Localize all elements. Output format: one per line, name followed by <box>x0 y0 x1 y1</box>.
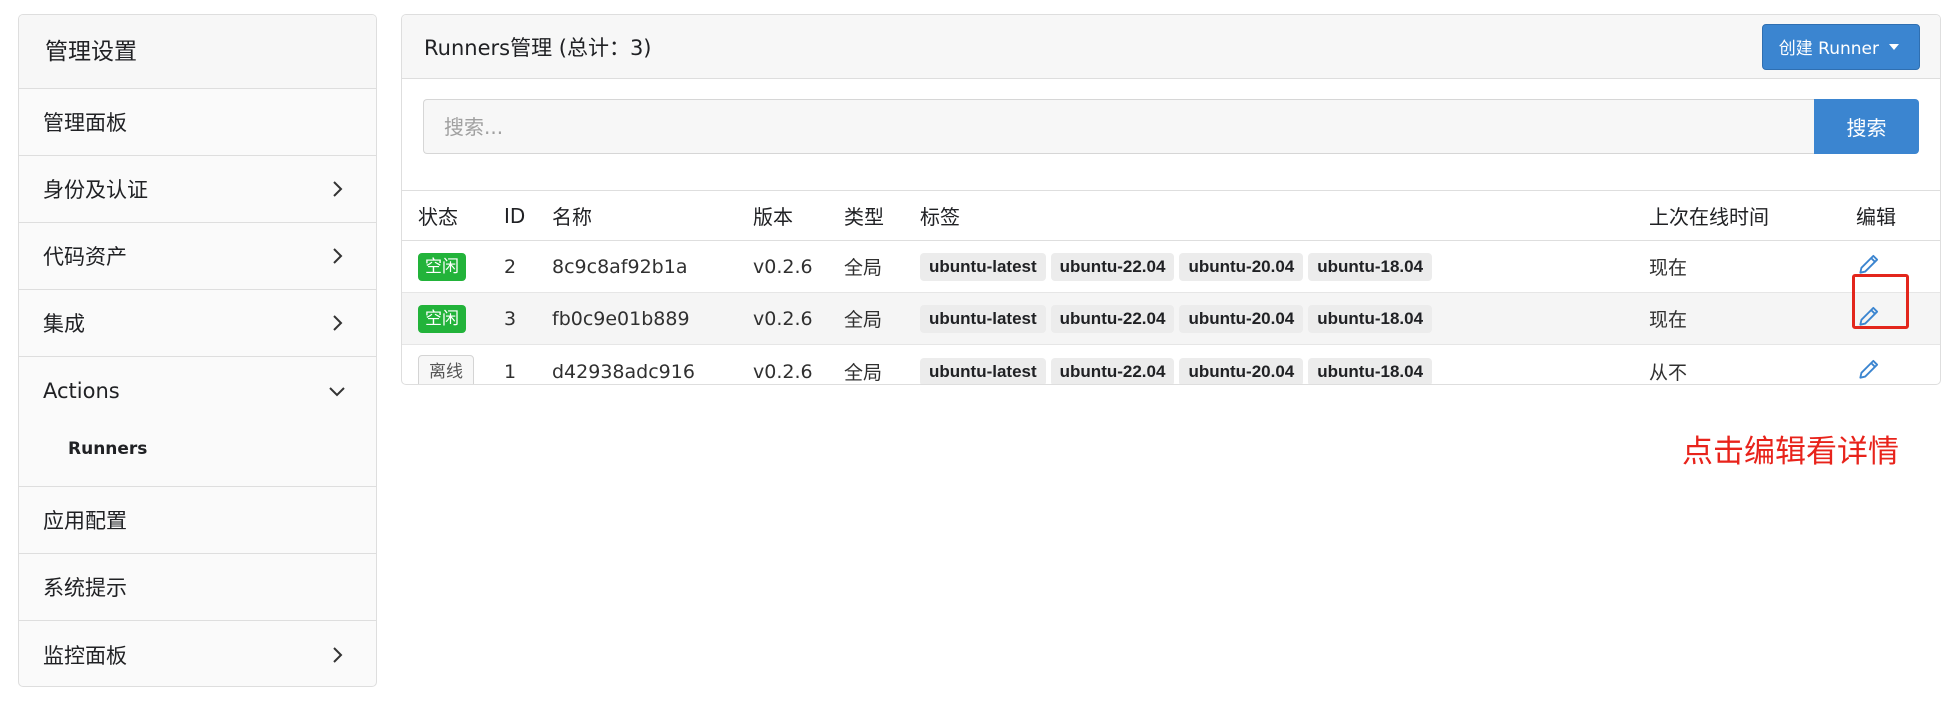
sidebar-item-integrations[interactable]: 集成 <box>19 290 376 357</box>
sidebar-item-monitoring[interactable]: 监控面板 <box>19 621 376 686</box>
runner-type: 全局 <box>844 362 883 384</box>
sidebar-item-system-notices[interactable]: 系统提示 <box>19 554 376 621</box>
tag-badge: ubuntu-22.04 <box>1050 304 1175 333</box>
tag-badge: ubuntu-20.04 <box>1179 252 1304 281</box>
sidebar-item-app-config[interactable]: 应用配置 <box>19 487 376 554</box>
tag-badge: ubuntu-22.04 <box>1050 357 1175 384</box>
column-header-edit: 编辑 <box>1836 191 1940 241</box>
column-header-name: 名称 <box>552 191 753 241</box>
runner-version: v0.2.6 <box>753 360 813 383</box>
chevron-right-icon <box>324 310 350 336</box>
runner-last-online: 从不 <box>1649 362 1688 384</box>
runner-type: 全局 <box>844 240 920 293</box>
page-title: Runners管理 (总计：3) <box>424 35 652 60</box>
sidebar-item-label: Actions <box>43 378 120 403</box>
sidebar-item-label: 监控面板 <box>43 643 127 668</box>
tag-badge: ubuntu-22.04 <box>1050 252 1175 281</box>
column-header-id: ID <box>504 191 552 241</box>
tag-badge: ubuntu-18.04 <box>1308 357 1433 384</box>
column-header-last-online: 上次在线时间 <box>1649 191 1836 241</box>
annotation-text: 点击编辑看详情 <box>1682 434 1899 470</box>
sidebar-item-code-assets[interactable]: 代码资产 <box>19 223 376 290</box>
runner-name: fb0c9e01b889 <box>552 292 753 345</box>
sidebar-item-label: 应用配置 <box>43 509 127 533</box>
runner-last-online: 现在 <box>1649 292 1836 345</box>
sidebar-item-identity[interactable]: 身份及认证 <box>19 156 376 223</box>
runner-id: 3 <box>504 292 552 345</box>
status-badge: 空闲 <box>418 252 466 281</box>
runner-tags: ubuntu-latest ubuntu-22.04 ubuntu-20.04 ubu… <box>920 292 1649 345</box>
runner-tags: ubuntu-latest ubuntu-22.04 ubuntu-20.04 ubu… <box>920 240 1649 293</box>
column-header-tags: 标签 <box>920 191 1649 241</box>
tag-badge: ubuntu-latest <box>920 252 1046 281</box>
sidebar-item-label: 系统提示 <box>43 576 127 600</box>
sidebar-subitem-runners[interactable]: Runners <box>19 424 376 486</box>
runner-id: 1 <box>504 360 517 383</box>
runners-panel: Runners管理 (总计：3) 创建 Runner 搜索 状态 ID 名称 版… <box>401 14 1941 385</box>
runner-id: 2 <box>504 240 552 293</box>
column-header-type: 类型 <box>844 191 920 241</box>
search-bar: 搜索 <box>402 79 1940 191</box>
runner-type: 全局 <box>844 292 920 345</box>
pencil-icon[interactable] <box>1856 303 1882 329</box>
runner-version: v0.2.6 <box>753 292 844 345</box>
column-header-version: 版本 <box>753 191 844 241</box>
caret-down-icon <box>1889 43 1899 50</box>
tag-badge: ubuntu-20.04 <box>1179 304 1304 333</box>
tag-badge: ubuntu-18.04 <box>1308 304 1433 333</box>
panel-header: Runners管理 (总计：3) 创建 Runner <box>402 15 1940 79</box>
tag-badge: ubuntu-18.04 <box>1308 252 1433 281</box>
admin-sidebar: 管理设置 管理面板 身份及认证 代码资产 集成 Actions Runners … <box>18 14 377 687</box>
column-header-status: 状态 <box>402 191 504 241</box>
runner-name: 8c9c8af92b1a <box>552 240 753 293</box>
chevron-right-icon <box>324 176 350 202</box>
runners-table: 状态 ID 名称 版本 类型 标签 上次在线时间 编辑 空闲 2 8c9c8af… <box>402 191 1940 384</box>
sidebar-item-label: 集成 <box>43 312 85 336</box>
runner-tags: ubuntu-latest ubuntu-22.04 ubuntu-20.04 ubu… <box>920 345 1649 384</box>
pencil-icon[interactable] <box>1856 251 1882 277</box>
tag-badge: ubuntu-latest <box>920 357 1046 384</box>
runner-version: v0.2.6 <box>753 240 844 293</box>
chevron-down-icon <box>324 378 350 404</box>
sidebar-group-actions: Actions Runners <box>19 357 376 487</box>
table-row: 空闲 3 fb0c9e01b889 v0.2.6 全局 ubuntu-lates… <box>402 292 1940 345</box>
runner-last-online: 现在 <box>1649 240 1836 293</box>
sidebar-item-label: 代码资产 <box>43 245 127 269</box>
table-row: 离线 1 d42938adc916 v0.2.6 全局 ubuntu-lates… <box>402 345 1940 384</box>
tag-badge: ubuntu-20.04 <box>1179 357 1304 384</box>
create-runner-button[interactable]: 创建 Runner <box>1761 23 1920 70</box>
sidebar-item-actions[interactable]: Actions <box>19 357 376 424</box>
table-header-row: 状态 ID 名称 版本 类型 标签 上次在线时间 编辑 <box>402 191 1940 241</box>
runner-name: d42938adc916 <box>552 360 695 383</box>
search-button[interactable]: 搜索 <box>1814 99 1919 154</box>
pencil-icon[interactable] <box>1856 356 1882 382</box>
chevron-right-icon <box>324 642 350 668</box>
chevron-right-icon <box>324 243 350 269</box>
sidebar-item-dashboard[interactable]: 管理面板 <box>19 89 376 156</box>
sidebar-title: 管理设置 <box>19 15 376 89</box>
status-badge: 空闲 <box>418 304 466 333</box>
sidebar-item-label: 管理面板 <box>43 111 127 135</box>
search-input[interactable] <box>423 99 1814 154</box>
sidebar-item-label: 身份及认证 <box>43 178 148 202</box>
tag-badge: ubuntu-latest <box>920 304 1046 333</box>
status-badge: 离线 <box>418 354 474 384</box>
table-row: 空闲 2 8c9c8af92b1a v0.2.6 全局 ubuntu-lates… <box>402 240 1940 293</box>
create-runner-label: 创建 Runner <box>1778 39 1879 59</box>
